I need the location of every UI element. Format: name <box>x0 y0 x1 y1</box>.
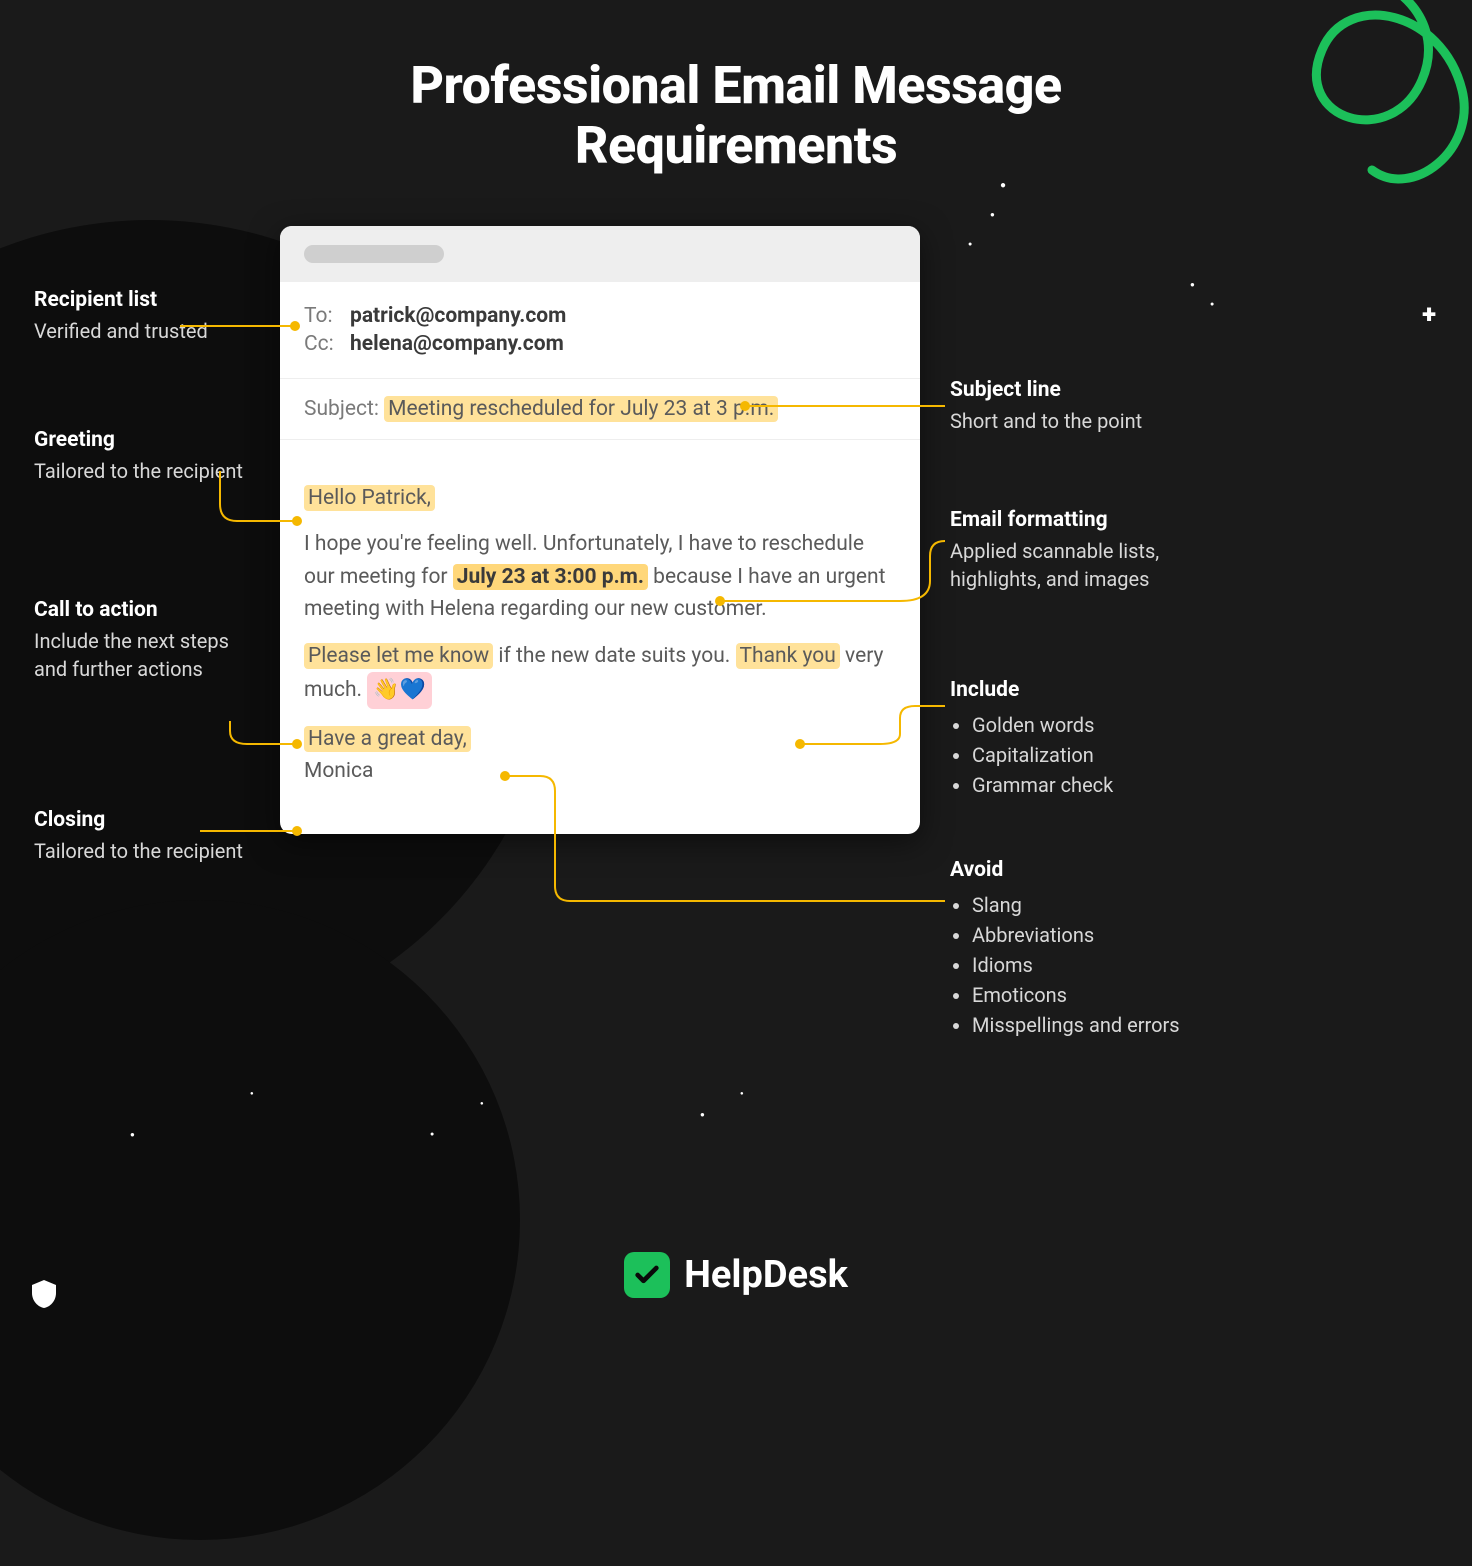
ann-recipient-title: Recipient list <box>34 286 254 315</box>
to-value: patrick@company.com <box>350 304 566 328</box>
ann-subject: Subject line Short and to the point <box>950 376 1190 435</box>
ann-formatting-desc: Applied scannable lists, highlights, and… <box>950 537 1190 593</box>
cc-label: Cc: <box>304 332 340 356</box>
ann-subject-desc: Short and to the point <box>950 407 1190 435</box>
connector-dot <box>292 826 302 836</box>
ann-closing: Closing Tailored to the recipient <box>34 806 254 865</box>
ann-closing-title: Closing <box>34 806 254 835</box>
footer-brand: HelpDesk <box>684 1253 848 1297</box>
ann-avoid: Avoid Slang Abbreviations Idioms Emotico… <box>950 856 1190 1041</box>
ann-avoid-list: Slang Abbreviations Idioms Emoticons Mis… <box>972 891 1190 1039</box>
email-card: To: patrick@company.com Cc: helena@compa… <box>280 226 920 834</box>
connector-dot <box>715 596 725 606</box>
title-line2: Requirements <box>575 115 897 176</box>
ann-formatting-title: Email formatting <box>950 506 1190 535</box>
list-item: Slang <box>972 891 1190 919</box>
list-item: Grammar check <box>972 771 1190 799</box>
shield-icon <box>30 1278 58 1310</box>
list-item: Misspellings and errors <box>972 1011 1190 1039</box>
ann-cta-title: Call to action <box>34 596 254 625</box>
list-item: Abbreviations <box>972 921 1190 949</box>
recipients-section: To: patrick@company.com Cc: helena@compa… <box>280 282 920 379</box>
ann-avoid-title: Avoid <box>950 856 1190 885</box>
cc-value: helena@company.com <box>350 332 564 356</box>
list-item: Emoticons <box>972 981 1190 1009</box>
connector-dot <box>740 401 750 411</box>
list-item: Golden words <box>972 711 1190 739</box>
subject-highlight: Meeting rescheduled for July 23 at 3 p.m… <box>384 396 778 422</box>
signature: Monica <box>304 759 373 783</box>
ann-include-list: Golden words Capitalization Grammar chec… <box>972 711 1190 799</box>
email-body: Hello Patrick, I hope you're feeling wel… <box>280 440 920 834</box>
ann-cta-desc: Include the next steps and further actio… <box>34 627 254 683</box>
connector-dot <box>292 516 302 526</box>
ann-recipient-desc: Verified and trusted <box>34 317 254 345</box>
ann-greeting: Greeting Tailored to the recipient <box>34 426 254 485</box>
ann-include: Include Golden words Capitalization Gram… <box>950 676 1190 801</box>
ann-formatting: Email formatting Applied scannable lists… <box>950 506 1190 593</box>
ann-greeting-title: Greeting <box>34 426 254 455</box>
date-highlight: July 23 at 3:00 p.m. <box>453 564 648 590</box>
ann-subject-title: Subject line <box>950 376 1190 405</box>
cta-highlight: Please let me know <box>304 643 493 669</box>
emoji-highlight: 👋💙 <box>367 672 431 709</box>
list-item: Idioms <box>972 951 1190 979</box>
ann-recipient: Recipient list Verified and trusted <box>34 286 254 345</box>
connector-dot <box>500 771 510 781</box>
to-label: To: <box>304 304 340 328</box>
subject-section: Subject: Meeting rescheduled for July 23… <box>280 379 920 440</box>
helpdesk-logo-icon <box>624 1252 670 1298</box>
connector-dot <box>292 739 302 749</box>
closing-highlight: Have a great day, <box>304 726 471 752</box>
list-item: Capitalization <box>972 741 1190 769</box>
ann-include-title: Include <box>950 676 1190 705</box>
subject-label: Subject: <box>304 397 379 421</box>
ann-greeting-desc: Tailored to the recipient <box>34 457 254 485</box>
ann-closing-desc: Tailored to the recipient <box>34 837 254 865</box>
greeting-highlight: Hello Patrick, <box>304 485 435 511</box>
connector-dot <box>290 321 300 331</box>
placeholder-pill <box>304 245 444 263</box>
footer: HelpDesk <box>0 1252 1472 1298</box>
cta-mid: if the new date suits you. <box>493 644 735 668</box>
page-title: Professional Email Message Requirements <box>0 0 1472 176</box>
connector-dot <box>795 739 805 749</box>
email-window-header <box>280 226 920 282</box>
ann-cta: Call to action Include the next steps an… <box>34 596 254 683</box>
thanks-highlight: Thank you <box>736 643 840 669</box>
title-line1: Professional Email Message <box>410 55 1061 116</box>
